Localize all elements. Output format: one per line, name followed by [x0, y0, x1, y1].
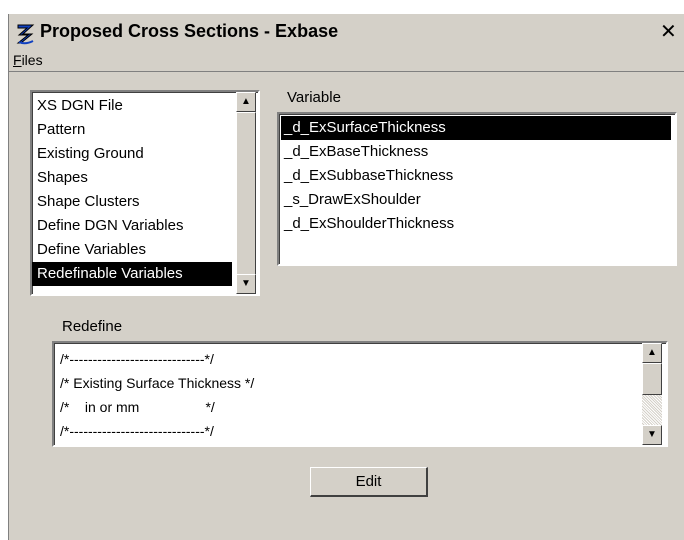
window-left-edge	[8, 14, 9, 540]
variable-list-item[interactable]: _d_ExSubbaseThickness	[281, 164, 671, 188]
category-list-item[interactable]: Define DGN Variables	[32, 214, 232, 238]
scroll-down-icon[interactable]: ▼	[236, 274, 256, 294]
menu-bar: Files	[9, 51, 684, 72]
scroll-up-icon[interactable]: ▲	[236, 92, 256, 112]
redefine-lines: /*-----------------------------*/ /* Exis…	[60, 347, 254, 443]
category-list-item[interactable]: Existing Ground	[32, 142, 232, 166]
exbase-app-icon	[15, 22, 36, 46]
category-list-item[interactable]: Shapes	[32, 166, 232, 190]
variable-list[interactable]: _d_ExSurfaceThickness _d_ExBaseThickness _…	[277, 112, 677, 266]
window-top-border	[0, 0, 684, 14]
edit-button[interactable]: Edit	[310, 467, 428, 497]
scroll-down-icon[interactable]: ▼	[642, 425, 662, 445]
menu-files[interactable]: Files	[13, 52, 43, 68]
variable-label: Variable	[287, 89, 341, 106]
scroll-thumb[interactable]	[236, 112, 256, 276]
category-list-item[interactable]: Define Variables	[32, 238, 232, 262]
close-icon[interactable]: ✕	[660, 21, 684, 45]
dialog-window: Proposed Cross Sections - Exbase ✕ Files…	[0, 0, 684, 540]
redefine-text-line: /*-----------------------------*/	[60, 423, 214, 439]
menu-files-mnemonic: F	[13, 52, 22, 68]
category-list-item[interactable]: Pattern	[32, 118, 232, 142]
category-items: XS DGN File Pattern Existing Ground Shapes S…	[32, 94, 232, 286]
category-scrollbar[interactable]: ▲ ▼	[236, 92, 256, 294]
redefine-text-line: /* Existing Surface Thickness */	[60, 375, 255, 391]
category-list-item[interactable]: XS DGN File	[32, 94, 232, 118]
redefine-textbox[interactable]: /*-----------------------------*/ /* Exis…	[52, 341, 668, 447]
category-list-item[interactable]: Redefinable Variables	[32, 262, 232, 286]
redefine-scrollbar[interactable]: ▲ ▼	[642, 343, 662, 445]
variable-list-item[interactable]: _d_ExSurfaceThickness	[281, 116, 671, 140]
redefine-label: Redefine	[62, 318, 123, 335]
variable-list-item[interactable]: _d_ExBaseThickness	[281, 140, 671, 164]
variable-list-item[interactable]: _d_ExShoulderThickness	[281, 212, 671, 236]
category-list[interactable]: XS DGN File Pattern Existing Ground Shapes S…	[30, 90, 260, 296]
variable-items: _d_ExSurfaceThickness _d_ExBaseThickness _…	[281, 116, 671, 236]
variable-list-item[interactable]: _s_DrawExShoulder	[281, 188, 671, 212]
category-list-item[interactable]: Shape Clusters	[32, 190, 232, 214]
menu-files-label-rest: iles	[21, 52, 43, 68]
scroll-thumb[interactable]	[642, 363, 662, 395]
window-left-border	[0, 14, 8, 540]
window-title: Proposed Cross Sections - Exbase	[40, 21, 339, 41]
redefine-text-line: /*-----------------------------*/	[60, 351, 214, 367]
scroll-up-icon[interactable]: ▲	[642, 343, 662, 363]
redefine-text-line: /* in or mm */	[60, 399, 215, 415]
